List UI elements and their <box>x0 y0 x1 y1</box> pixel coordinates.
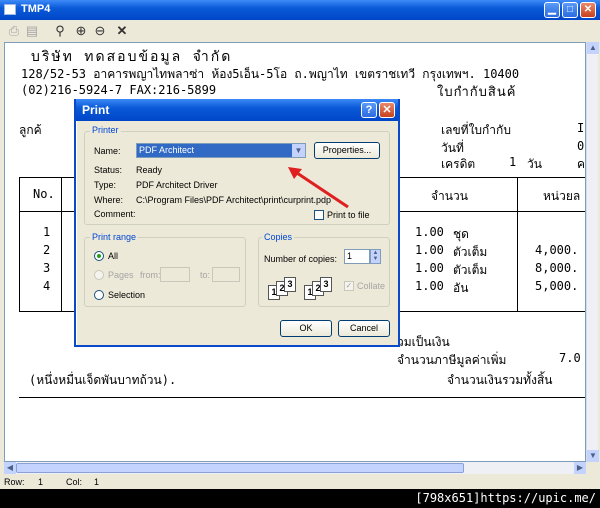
vat-value: 7.0 <box>559 351 581 365</box>
row-price: 5,000. <box>535 279 579 293</box>
table-left-line <box>19 177 20 311</box>
dialog-title-bar[interactable]: Print ? ✕ <box>76 99 398 121</box>
to-input[interactable] <box>212 267 240 282</box>
scroll-down-icon[interactable]: ▼ <box>587 450 599 462</box>
row-qty: 1.00 <box>415 261 444 275</box>
document-icon <box>4 4 16 15</box>
col-qty-header: จำนวน <box>431 189 468 203</box>
minimize-button[interactable]: ▁ <box>544 2 560 18</box>
dialog-title: Print <box>82 103 110 117</box>
type-value: PDF Architect Driver <box>136 180 218 190</box>
row-unit: ตัวเต็ม <box>453 263 488 277</box>
amount-in-words: (หนึ่งหมื่นเจ็ดพันบาทถ้วน). <box>29 373 177 387</box>
collate-checkbox[interactable]: ✓ <box>344 281 354 291</box>
print-dialog: Print ? ✕ Printer Name: PDF Architect ▼ … <box>74 99 400 347</box>
table-col-line <box>517 177 518 311</box>
vertical-scrollbar[interactable]: ▲ ▼ <box>586 42 599 462</box>
where-label: Where: <box>94 195 124 205</box>
window-close-button[interactable]: ✕ <box>580 2 596 18</box>
window-title-bar[interactable]: TMP4 ▁ □ ✕ <box>0 0 600 20</box>
collate-label: Collate <box>357 281 386 291</box>
copies-spinner[interactable]: ▲ ▼ <box>370 249 381 264</box>
type-label: Type: <box>94 180 117 190</box>
help-button[interactable]: ? <box>361 102 377 118</box>
row-no: 1 <box>43 225 51 239</box>
printer-icon[interactable]: ⎙ <box>6 23 22 39</box>
row-no: 3 <box>43 261 51 275</box>
zoom-in-icon[interactable]: ⊕ <box>73 23 89 39</box>
num-copies-input[interactable]: 1 <box>344 249 370 264</box>
pages-option-label: Pages <box>108 270 134 280</box>
selection-option-label: Selection <box>108 290 146 300</box>
status-value: Ready <box>136 165 163 175</box>
credit-label: เครดิต <box>441 157 476 171</box>
col-label: Col: <box>66 477 83 487</box>
name-label: Name: <box>94 146 121 156</box>
row-no: 2 <box>43 243 51 257</box>
vat-label: จำนวนภาษีมูลค่าเพิ่ม <box>397 353 507 367</box>
all-option-label: All <box>108 251 119 261</box>
col-value: 1 <box>94 477 100 487</box>
scroll-thumb[interactable] <box>16 463 464 473</box>
document-type: ใบกำกับสินค้ <box>437 85 517 100</box>
maximize-button[interactable]: □ <box>562 2 578 18</box>
toolbar: ⎙ ▤ ⚲ ⊕ ⊖ ✕ <box>0 20 600 42</box>
scroll-up-icon[interactable]: ▲ <box>587 42 599 54</box>
scroll-right-icon[interactable]: ▶ <box>574 462 586 474</box>
watermark: [798x651]https://upic.me/ <box>0 489 600 508</box>
close-icon[interactable]: ✕ <box>114 23 130 39</box>
row-qty: 1.00 <box>415 279 444 293</box>
grand-total-label: จำนวนเงินรวมทั้งสิ้น <box>447 373 553 387</box>
annotation-arrow <box>288 167 349 209</box>
horizontal-scrollbar[interactable]: ◀ ▶ <box>4 462 586 474</box>
table-col-line <box>61 177 62 311</box>
customer-label: ลูกค้ <box>19 123 42 137</box>
num-copies-label: Number of copies: <box>264 254 338 264</box>
comment-label: Comment: <box>94 209 136 219</box>
invoice-no-label: เลขที่ใบกำกับ <box>441 123 511 137</box>
dialog-close-button[interactable]: ✕ <box>379 102 395 118</box>
all-radio[interactable] <box>94 251 104 261</box>
print-preview-icon[interactable]: ▤ <box>24 23 40 39</box>
row-unit: ตัวเต็ม <box>453 245 488 259</box>
row-price: 4,000. <box>535 243 579 257</box>
copies-group-label: Copies <box>262 232 295 242</box>
subtotal-label: วมเป็นเงิน <box>397 335 450 349</box>
row-price: 8,000. <box>535 261 579 275</box>
to-label: to: <box>200 270 211 280</box>
col-unit-header: หน่วยล <box>543 189 581 203</box>
status-bar: Row: 1 Col: 1 <box>0 476 600 489</box>
status-label: Status: <box>94 165 123 175</box>
row-qty: 1.00 <box>415 225 444 239</box>
from-input[interactable] <box>160 267 190 282</box>
row-label: Row: <box>4 477 25 487</box>
invoice-no-value: I <box>577 121 585 135</box>
credit-suffix: ค <box>577 157 586 171</box>
cancel-button[interactable]: Cancel <box>338 320 390 337</box>
window-title: TMP4 <box>21 3 51 15</box>
pages-radio[interactable] <box>94 270 104 280</box>
binoculars-icon[interactable]: ⚲ <box>52 23 68 39</box>
col-no-header: No. <box>33 187 55 201</box>
app-window: TMP4 ▁ □ ✕ ⎙ ▤ ⚲ ⊕ ⊖ ✕ บริษัท ทดสอบข้อมู… <box>0 0 600 508</box>
row-unit: อัน <box>453 281 469 295</box>
company-phone: (02)216-5924-7 FAX:216-5899 <box>21 83 217 97</box>
printer-name-value: PDF Architect <box>139 145 195 155</box>
from-label: from: <box>140 270 161 280</box>
zoom-out-icon[interactable]: ⊖ <box>92 23 108 39</box>
scroll-left-icon[interactable]: ◀ <box>4 462 16 474</box>
row-value: 1 <box>38 477 44 487</box>
row-no: 4 <box>43 279 51 293</box>
row-qty: 1.00 <box>415 243 444 257</box>
printer-group-label: Printer <box>90 125 121 135</box>
row-unit: ชุด <box>453 227 469 241</box>
summary-bottom-line <box>19 397 585 398</box>
ok-button[interactable]: OK <box>280 320 332 337</box>
date-value: 0 <box>577 139 585 153</box>
print-range-label: Print range <box>90 232 139 242</box>
credit-unit: วัน <box>527 157 542 171</box>
credit-value: 1 <box>509 155 517 169</box>
selection-radio[interactable] <box>94 290 104 300</box>
